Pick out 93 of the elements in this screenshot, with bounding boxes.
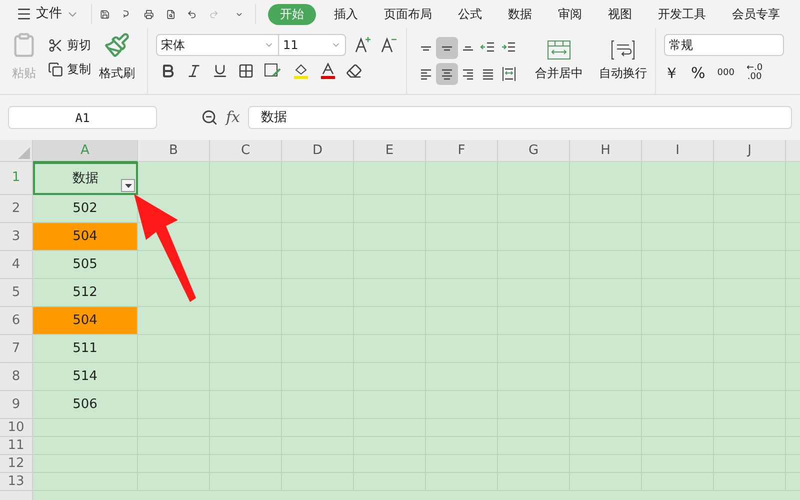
currency-button[interactable]: ￥ bbox=[664, 62, 679, 84]
percent-button[interactable]: % bbox=[691, 62, 706, 84]
table-cell[interactable] bbox=[282, 162, 354, 195]
caret-icon bbox=[124, 184, 132, 188]
ribbon-tab[interactable]: 开发工具 bbox=[650, 5, 714, 23]
column-header[interactable]: C bbox=[210, 140, 282, 162]
row-header[interactable]: 4 bbox=[0, 251, 33, 279]
table-cell[interactable] bbox=[498, 162, 570, 195]
borders-icon[interactable] bbox=[238, 63, 254, 79]
alignment-button[interactable] bbox=[436, 37, 458, 59]
italic-icon[interactable] bbox=[186, 63, 202, 79]
top-align-icon bbox=[418, 46, 434, 50]
ribbon-tab[interactable]: 审阅 bbox=[550, 5, 590, 23]
table-cell[interactable] bbox=[33, 455, 138, 473]
row-header[interactable]: 10 bbox=[0, 419, 33, 437]
table-cell[interactable] bbox=[33, 473, 138, 491]
merge-center-button[interactable]: 合并居中 bbox=[535, 40, 583, 82]
function-button[interactable]: fx bbox=[226, 106, 240, 129]
table-cell[interactable]: 505 bbox=[33, 251, 138, 279]
number-format-field[interactable]: 常规 bbox=[664, 34, 784, 56]
eraser-icon[interactable] bbox=[346, 63, 362, 79]
increase-font-icon[interactable] bbox=[354, 36, 372, 54]
copy-button[interactable]: 复制 bbox=[48, 60, 91, 78]
column-header[interactable]: E bbox=[354, 140, 426, 162]
format-painter-button[interactable]: 格式刷 bbox=[99, 32, 135, 82]
row-header[interactable]: 7 bbox=[0, 335, 33, 363]
table-cell[interactable] bbox=[138, 162, 210, 195]
row-header[interactable]: 3 bbox=[0, 223, 33, 251]
table-cell[interactable]: 511 bbox=[33, 335, 138, 363]
table-cell[interactable] bbox=[354, 162, 426, 195]
column-header[interactable]: H bbox=[570, 140, 642, 162]
decimal-button[interactable]: ←.0 .00 bbox=[746, 64, 763, 82]
row-header[interactable]: 8 bbox=[0, 363, 33, 391]
column-header[interactable]: I bbox=[642, 140, 714, 162]
paintbrush-icon bbox=[104, 32, 130, 58]
fill-color-icon[interactable] bbox=[292, 62, 310, 80]
ribbon-tab[interactable]: 会员专享 bbox=[724, 5, 788, 23]
table-cell[interactable] bbox=[426, 162, 498, 195]
filter-dropdown-button[interactable] bbox=[121, 179, 135, 192]
table-cell[interactable] bbox=[138, 335, 210, 363]
table-cell[interactable]: 504 bbox=[33, 223, 138, 251]
ribbon-tab[interactable]: 数据 bbox=[500, 5, 540, 23]
cut-button[interactable]: 剪切 bbox=[48, 36, 91, 54]
formula-field[interactable]: 数据 bbox=[248, 106, 792, 129]
table-cell[interactable]: 504 bbox=[33, 307, 138, 335]
column-header[interactable]: J bbox=[714, 140, 786, 162]
decrease-font-icon[interactable] bbox=[380, 36, 398, 54]
wrap-text-icon bbox=[611, 40, 635, 60]
row-header[interactable]: 6 bbox=[0, 307, 33, 335]
thousands-button[interactable]: 000 bbox=[717, 68, 734, 78]
merge-cells-icon bbox=[547, 40, 571, 60]
left-align-icon bbox=[418, 68, 434, 80]
wrap-text-button[interactable]: 自动换行 bbox=[599, 40, 647, 82]
ribbon-tab[interactable]: 插入 bbox=[326, 5, 366, 23]
name-box[interactable]: A1 bbox=[8, 106, 157, 129]
column-header[interactable]: D bbox=[282, 140, 354, 162]
row-header[interactable]: 13 bbox=[0, 473, 33, 491]
file-menu[interactable]: 文件 bbox=[12, 4, 83, 24]
table-cell[interactable] bbox=[33, 437, 138, 455]
row-header bbox=[0, 491, 33, 500]
table-cell[interactable] bbox=[33, 419, 138, 437]
table-cell[interactable]: 506 bbox=[33, 391, 138, 419]
row-header[interactable]: 12 bbox=[0, 455, 33, 473]
column-header[interactable]: F bbox=[426, 140, 498, 162]
ribbon-tab[interactable]: 视图 bbox=[600, 5, 640, 23]
select-all-icon[interactable] bbox=[18, 147, 30, 159]
scissors-icon bbox=[48, 38, 63, 52]
table-cell[interactable]: 514 bbox=[33, 363, 138, 391]
table-cell[interactable] bbox=[210, 162, 282, 195]
column-header[interactable]: G bbox=[498, 140, 570, 162]
row-header[interactable]: 2 bbox=[0, 195, 33, 223]
table-cell[interactable]: 数据 bbox=[33, 162, 138, 195]
ribbon-tab[interactable]: 公式 bbox=[450, 5, 490, 23]
distributed-align-icon bbox=[501, 66, 518, 82]
row-header[interactable]: 11 bbox=[0, 437, 33, 455]
bold-icon[interactable] bbox=[160, 63, 176, 79]
menu-icon bbox=[16, 6, 32, 22]
alignment-button[interactable] bbox=[436, 63, 458, 85]
cell-style-icon[interactable] bbox=[264, 63, 282, 79]
table-cell[interactable] bbox=[642, 162, 714, 195]
table-cell[interactable] bbox=[570, 162, 642, 195]
copy-icon bbox=[48, 62, 63, 76]
font-color-icon[interactable] bbox=[320, 62, 336, 80]
column-header[interactable]: B bbox=[138, 140, 210, 162]
decimal-label: ←.0 bbox=[746, 64, 763, 74]
underline-icon[interactable] bbox=[212, 63, 228, 79]
row-header[interactable]: 5 bbox=[0, 279, 33, 307]
row-header[interactable]: 9 bbox=[0, 391, 33, 419]
zoom-out-icon[interactable] bbox=[201, 109, 218, 126]
table-cell[interactable] bbox=[138, 307, 210, 335]
decimal-label: .00 bbox=[746, 73, 763, 82]
table-cell[interactable] bbox=[714, 162, 786, 195]
ribbon-tab[interactable]: 页面布局 bbox=[376, 5, 440, 23]
